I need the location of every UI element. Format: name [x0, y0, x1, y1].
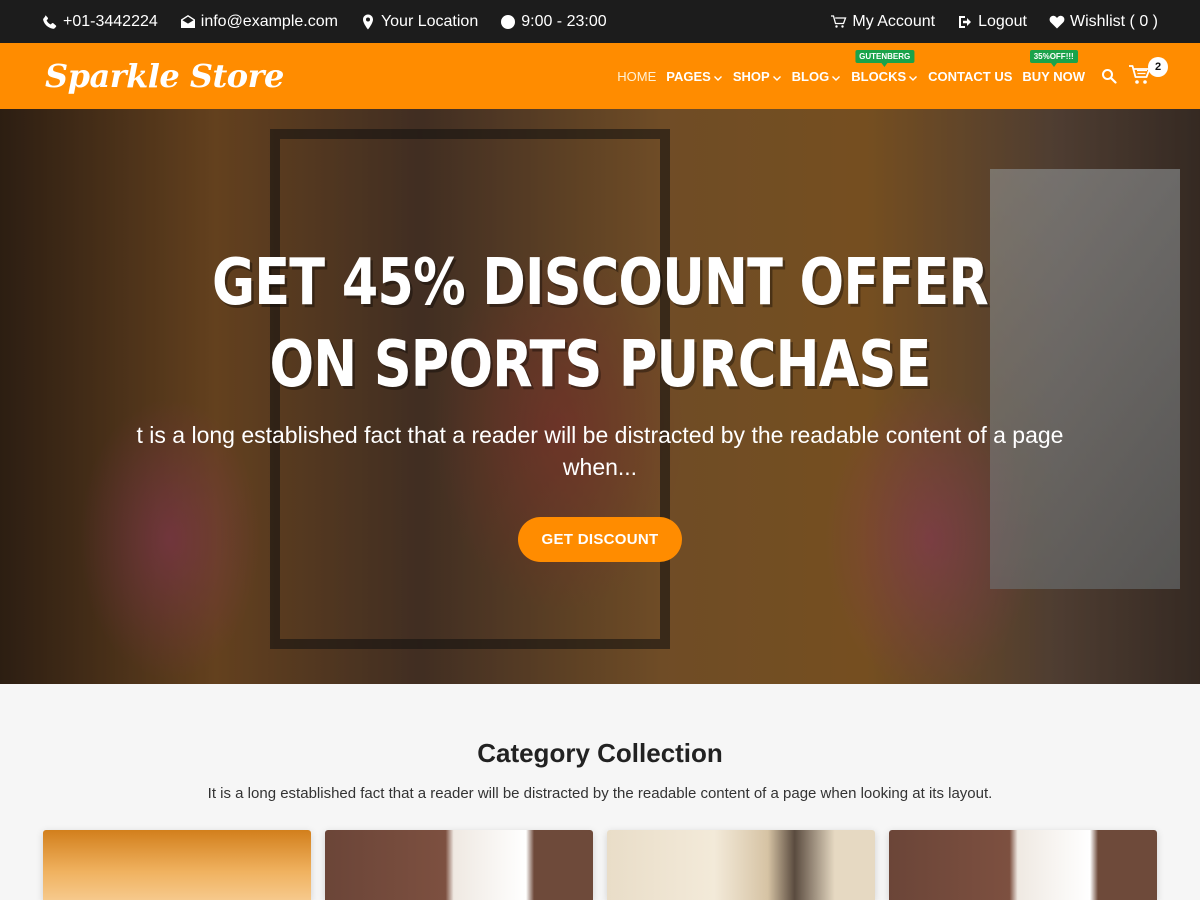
- chevron-down-icon: [772, 71, 782, 81]
- location-text: Your Location: [380, 12, 479, 30]
- email-text: info@example.com: [200, 12, 338, 30]
- nav-item-home[interactable]: HOME: [617, 69, 656, 84]
- phone-link[interactable]: +01-3442224: [42, 13, 158, 31]
- chevron-down-icon: [713, 71, 723, 81]
- chevron-down-icon: [908, 71, 918, 81]
- wishlist-text: Wishlist ( 0 ): [1070, 12, 1158, 30]
- nav-label: BUY NOW: [1022, 68, 1085, 84]
- heart-icon: [1049, 14, 1065, 30]
- nav-item-blog[interactable]: BLOG: [792, 69, 842, 84]
- top-bar: +01-3442224 info@example.com Your Locati…: [0, 0, 1200, 43]
- top-bar-account: My Account Logout Wishlist ( 0 ): [809, 0, 1158, 43]
- nav-label: CONTACT US: [928, 68, 1013, 84]
- category-card[interactable]: [325, 830, 593, 900]
- discount-badge: 35%OFF!!!: [1029, 49, 1078, 67]
- nav-label: PAGES: [666, 68, 711, 84]
- nav-label: BLOG: [791, 68, 830, 84]
- nav-label: BLOCKS: [851, 68, 907, 84]
- logout-text: Logout: [978, 12, 1027, 30]
- category-title: Category Collection: [477, 738, 723, 768]
- main-header: Sparkle Store HOME PAGES SHOP BLOG GUTEN…: [0, 43, 1200, 109]
- email-link[interactable]: info@example.com: [180, 13, 338, 31]
- nav-item-buy-now[interactable]: 35%OFF!!! BUY NOW: [1022, 49, 1085, 84]
- hours-info: 9:00 - 23:00: [500, 12, 607, 31]
- wishlist-link[interactable]: Wishlist ( 0 ): [1049, 13, 1158, 31]
- main-nav: HOME PAGES SHOP BLOG GUTENBERG BLOCKS CO…: [607, 43, 1085, 109]
- map-pin-icon: [360, 14, 376, 30]
- nav-item-pages[interactable]: PAGES: [666, 69, 723, 84]
- category-card[interactable]: [607, 830, 875, 900]
- category-cards: [43, 830, 1157, 900]
- hero-title: GET 45% DISCOUNT OFFER ON SPORTS PURCHAS…: [211, 246, 989, 402]
- hero-text: t is a long established fact that a read…: [136, 422, 1064, 480]
- nav-item-blocks[interactable]: GUTENBERG BLOCKS: [851, 49, 918, 84]
- clock-icon: [500, 14, 516, 30]
- hours-text: 9:00 - 23:00: [521, 12, 607, 30]
- nav-label: SHOP: [732, 68, 770, 84]
- chevron-down-icon: [831, 71, 841, 81]
- nav-label: HOME: [617, 68, 657, 84]
- get-discount-button[interactable]: GET DISCOUNT: [518, 517, 682, 562]
- location-link[interactable]: Your Location: [360, 13, 478, 31]
- search-icon[interactable]: [1101, 68, 1117, 84]
- category-card[interactable]: [43, 830, 311, 900]
- top-bar-contact: +01-3442224 info@example.com Your Locati…: [42, 0, 629, 43]
- phone-text: +01-3442224: [63, 12, 158, 30]
- gutenberg-badge: GUTENBERG: [855, 49, 915, 67]
- my-account-link[interactable]: My Account: [831, 13, 935, 31]
- category-card[interactable]: [889, 830, 1157, 900]
- site-logo[interactable]: Sparkle Store: [45, 57, 284, 95]
- cart-count-badge: 2: [1148, 57, 1168, 77]
- nav-item-contact[interactable]: CONTACT US: [928, 69, 1012, 84]
- phone-icon: [42, 14, 58, 30]
- cart-outline-icon: [831, 14, 847, 30]
- logout-link[interactable]: Logout: [957, 13, 1027, 31]
- my-account-text: My Account: [852, 12, 936, 30]
- hero-banner: GET 45% DISCOUNT OFFER ON SPORTS PURCHAS…: [0, 109, 1200, 684]
- envelope-open-icon: [180, 14, 196, 30]
- logout-icon: [957, 14, 973, 30]
- nav-item-shop[interactable]: SHOP: [733, 69, 782, 84]
- category-subtitle: It is a long established fact that a rea…: [207, 785, 993, 802]
